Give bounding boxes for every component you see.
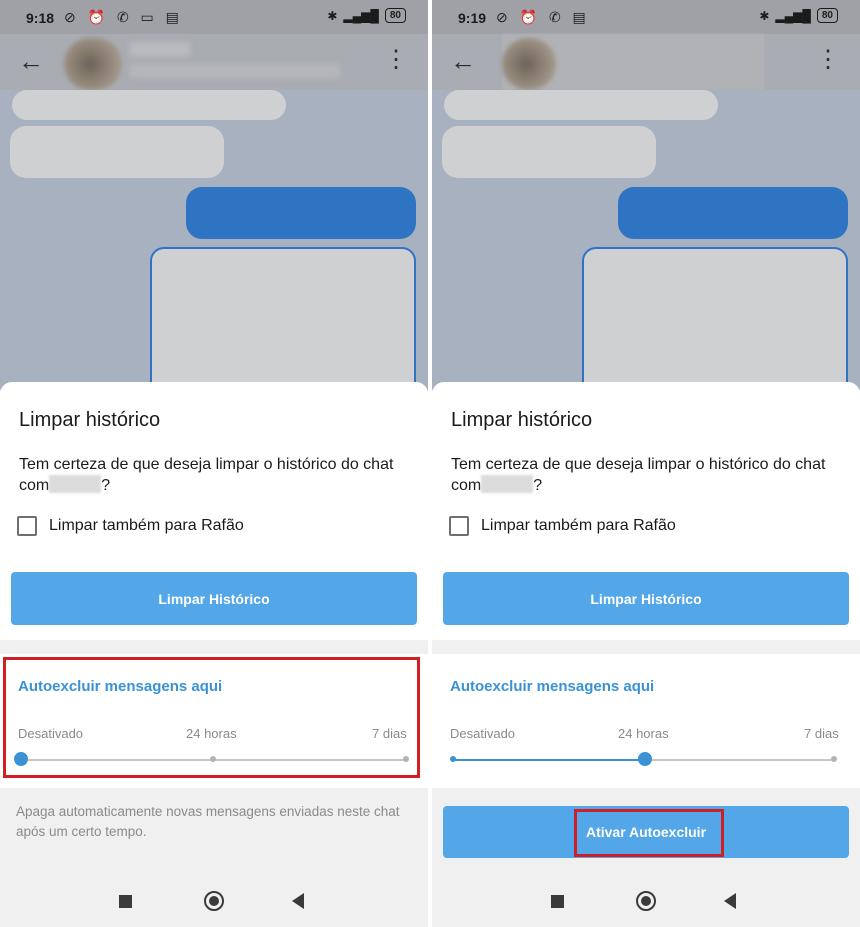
checkbox-label: Limpar também para Rafão bbox=[481, 517, 676, 534]
slider-stop-7d[interactable] bbox=[831, 756, 837, 762]
more-vertical-icon[interactable]: ⋮ bbox=[816, 48, 840, 72]
chat-app-bar: ← ⋮ bbox=[432, 34, 860, 90]
option-label-7d[interactable]: 7 dias bbox=[804, 726, 839, 741]
system-icons: ✱ ▂▄▆█ 80 bbox=[327, 8, 406, 23]
clear-history-sheet: Limpar histórico Tem certeza de que dese… bbox=[0, 382, 428, 927]
incoming-bubble bbox=[442, 126, 656, 178]
autodelete-info: Apaga automaticamente novas mensagens en… bbox=[0, 788, 428, 878]
system-nav-bar bbox=[432, 877, 860, 927]
system-icons: ✱ ▂▄▆█ 80 bbox=[759, 8, 838, 23]
slider-track-active[interactable] bbox=[452, 759, 646, 761]
arrow-left-icon[interactable]: ← bbox=[450, 46, 476, 77]
slider-knob[interactable] bbox=[638, 752, 652, 766]
home-icon[interactable] bbox=[636, 891, 656, 911]
dialog-title: Limpar histórico bbox=[19, 409, 161, 431]
battery-icon: 80 bbox=[384, 8, 406, 23]
clear-for-contact-row[interactable]: Limpar também para Rafão bbox=[17, 516, 244, 536]
back-triangle-icon[interactable] bbox=[724, 893, 736, 909]
notification-icons: ⊘ ⏰ ✆ ▭ ▤ bbox=[64, 9, 183, 25]
chat-background bbox=[0, 90, 428, 407]
dialog-title: Limpar histórico bbox=[451, 409, 593, 431]
status-time: 9:18 bbox=[26, 10, 55, 26]
chat-background bbox=[432, 90, 860, 407]
slider-stop-off[interactable] bbox=[450, 756, 456, 762]
system-nav-bar bbox=[0, 877, 428, 927]
blurred-contact-status bbox=[130, 64, 340, 78]
clear-for-contact-row[interactable]: Limpar também para Rafão bbox=[449, 516, 676, 536]
battery-icon: 80 bbox=[816, 8, 838, 23]
bluetooth-icon: ✱ bbox=[327, 8, 338, 23]
highlight-box bbox=[3, 657, 420, 778]
section-divider bbox=[432, 640, 860, 654]
status-time: 9:19 bbox=[458, 10, 487, 26]
slider-track[interactable] bbox=[646, 759, 836, 761]
recents-icon[interactable] bbox=[119, 895, 132, 908]
status-bar: 9:18 ⊘ ⏰ ✆ ▭ ▤ ✱ ▂▄▆█ 80 bbox=[0, 0, 428, 34]
blurred-contact-name bbox=[130, 42, 190, 56]
status-bar: 9:19 ⊘ ⏰ ✆ ▤ ✱ ▂▄▆█ 80 bbox=[432, 0, 860, 34]
dialog-message: Tem certeza de que deseja limpar o histó… bbox=[451, 456, 826, 494]
clear-history-button[interactable]: Limpar Histórico bbox=[11, 572, 417, 625]
option-label-24h[interactable]: 24 horas bbox=[618, 726, 669, 741]
outgoing-bubble bbox=[186, 187, 416, 239]
arrow-left-icon[interactable]: ← bbox=[18, 46, 44, 77]
autodelete-title: Autoexcluir mensagens aqui bbox=[450, 678, 655, 695]
blurred-contact-name bbox=[49, 475, 102, 493]
highlight-box bbox=[574, 809, 724, 857]
option-label-off[interactable]: Desativado bbox=[450, 726, 515, 741]
right-screenshot: 9:19 ⊘ ⏰ ✆ ▤ ✱ ▂▄▆█ 80 ← ⋮ Limpar histór… bbox=[432, 0, 860, 927]
section-divider bbox=[0, 640, 428, 654]
incoming-bubble bbox=[10, 126, 224, 178]
bluetooth-icon: ✱ bbox=[759, 8, 770, 23]
blurred-contact-name bbox=[481, 475, 534, 493]
clear-history-sheet: Limpar histórico Tem certeza de que dese… bbox=[432, 382, 860, 927]
clear-history-button[interactable]: Limpar Histórico bbox=[443, 572, 849, 625]
notification-icons: ⊘ ⏰ ✆ ▤ bbox=[496, 9, 590, 25]
incoming-bubble bbox=[12, 90, 286, 120]
avatar[interactable] bbox=[64, 38, 122, 90]
more-vertical-icon[interactable]: ⋮ bbox=[384, 48, 408, 72]
clear-for-contact-checkbox[interactable] bbox=[449, 516, 469, 536]
signal-icon: ▂▄▆█ bbox=[343, 8, 379, 23]
autodelete-section: Autoexcluir mensagens aqui Desativado 24… bbox=[0, 654, 428, 788]
back-triangle-icon[interactable] bbox=[292, 893, 304, 909]
dialog-message: Tem certeza de que deseja limpar o histó… bbox=[19, 456, 394, 494]
outgoing-bubble bbox=[618, 187, 848, 239]
incoming-bubble bbox=[444, 90, 718, 120]
autodelete-section: Autoexcluir mensagens aqui Desativado 24… bbox=[432, 654, 860, 788]
checkbox-label: Limpar também para Rafão bbox=[49, 517, 244, 534]
autodelete-info-text: Apaga automaticamente novas mensagens en… bbox=[16, 804, 400, 839]
left-screenshot: 9:18 ⊘ ⏰ ✆ ▭ ▤ ✱ ▂▄▆█ 80 ← ⋮ Limpar hist… bbox=[0, 0, 428, 927]
signal-icon: ▂▄▆█ bbox=[775, 8, 811, 23]
chat-app-bar: ← ⋮ bbox=[0, 34, 428, 90]
recents-icon[interactable] bbox=[551, 895, 564, 908]
home-icon[interactable] bbox=[204, 891, 224, 911]
avatar[interactable] bbox=[502, 38, 556, 90]
clear-for-contact-checkbox[interactable] bbox=[17, 516, 37, 536]
